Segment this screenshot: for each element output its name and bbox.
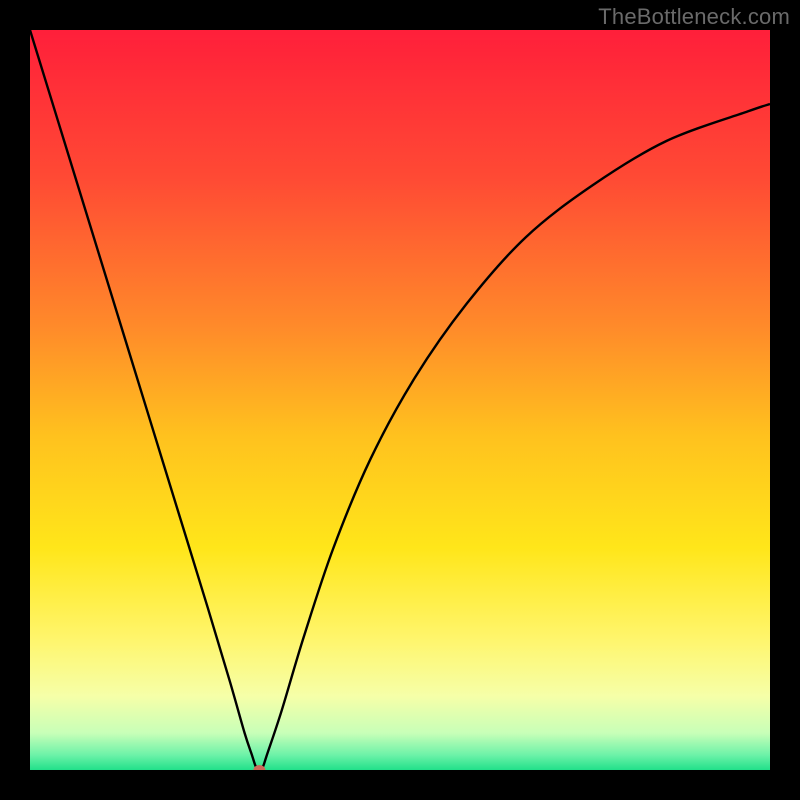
chart-background [30, 30, 770, 770]
chart-frame: TheBottleneck.com [0, 0, 800, 800]
plot-area [30, 30, 770, 770]
chart-svg [30, 30, 770, 770]
watermark-text: TheBottleneck.com [598, 4, 790, 30]
